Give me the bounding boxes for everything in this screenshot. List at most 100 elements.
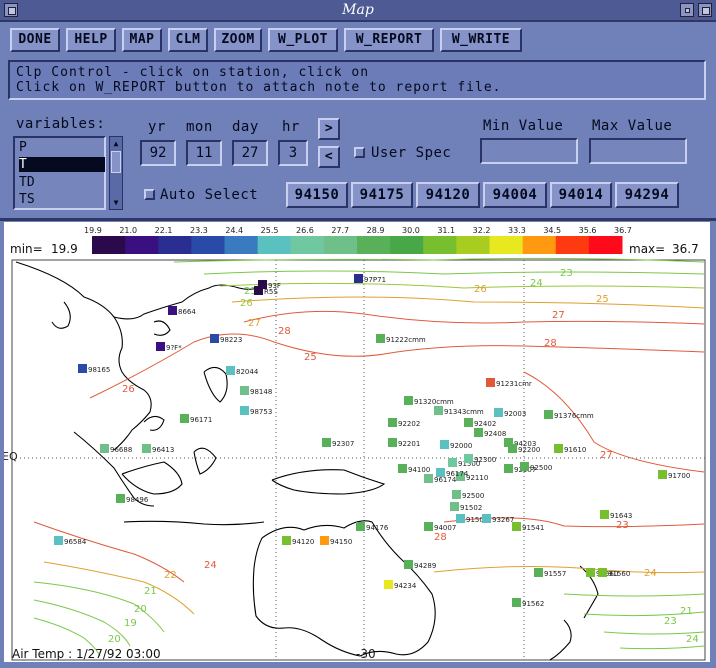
station-marker[interactable] <box>600 510 609 519</box>
station-marker[interactable] <box>520 462 529 471</box>
colorbar-tick-label: 26.6 <box>296 226 314 235</box>
minimize-button[interactable] <box>680 3 694 17</box>
station-button-94004[interactable]: 94004 <box>483 182 547 208</box>
help-button[interactable]: HELP <box>66 28 116 52</box>
station-marker[interactable] <box>658 470 667 479</box>
station-marker[interactable] <box>168 306 177 315</box>
w-report-button[interactable]: W_REPORT <box>344 28 434 52</box>
clm-button[interactable]: CLM <box>168 28 208 52</box>
station-label: 91610 <box>564 446 586 454</box>
station-label: 91343cmm <box>444 408 484 416</box>
station-marker[interactable] <box>534 568 543 577</box>
station-marker[interactable] <box>354 274 363 283</box>
station-marker[interactable] <box>100 444 109 453</box>
station-marker[interactable] <box>322 438 331 447</box>
variable-item-ts[interactable]: TS <box>19 192 105 207</box>
station-marker[interactable] <box>254 286 263 295</box>
zoom-button[interactable]: ZOOM <box>214 28 262 52</box>
station-marker[interactable] <box>404 396 413 405</box>
done-button[interactable]: DONE <box>10 28 60 52</box>
station-marker[interactable] <box>376 334 385 343</box>
station-marker[interactable] <box>320 536 329 545</box>
station-marker[interactable] <box>384 580 393 589</box>
station-marker[interactable] <box>54 536 63 545</box>
next-time-button[interactable]: > <box>318 118 340 140</box>
station-marker[interactable] <box>440 440 449 449</box>
station-button-94150[interactable]: 94150 <box>286 182 348 208</box>
station-marker[interactable] <box>424 474 433 483</box>
maximize-button[interactable] <box>698 3 712 17</box>
station-marker[interactable] <box>240 386 249 395</box>
station-marker[interactable] <box>504 464 513 473</box>
variable-item-t[interactable]: T <box>19 157 105 172</box>
station-marker[interactable] <box>450 502 459 511</box>
station-button-94175[interactable]: 94175 <box>351 182 413 208</box>
variable-item-td[interactable]: TD <box>19 175 105 190</box>
auto-select-label: Auto Select <box>160 187 259 203</box>
w-write-button[interactable]: W_WRITE <box>440 28 522 52</box>
map-svg[interactable]: min= 19.9 max= 36.7 19.9 21.0 22.1 23.3 24.4… <box>4 222 710 662</box>
scroll-up-icon[interactable]: ▲ <box>111 138 121 149</box>
station-marker[interactable] <box>116 494 125 503</box>
station-marker[interactable] <box>282 536 291 545</box>
station-marker[interactable] <box>448 458 457 467</box>
prev-time-button[interactable]: < <box>318 146 340 168</box>
mon-field[interactable]: 11 <box>186 140 222 166</box>
station-button-94294[interactable]: 94294 <box>615 182 679 208</box>
station-marker[interactable] <box>142 444 151 453</box>
station-marker[interactable] <box>464 418 473 427</box>
user-spec-checkbox[interactable] <box>354 147 365 158</box>
station-marker[interactable] <box>512 522 521 531</box>
station-marker[interactable] <box>180 414 189 423</box>
station-marker[interactable] <box>404 560 413 569</box>
map-button[interactable]: MAP <box>122 28 162 52</box>
station-marker[interactable] <box>434 406 443 415</box>
map-canvas[interactable]: min= 19.9 max= 36.7 19.9 21.0 22.1 23.3 24.4… <box>4 222 710 662</box>
station-marker[interactable] <box>598 568 607 577</box>
min-value-field[interactable] <box>480 138 578 164</box>
coast-asia <box>15 261 267 320</box>
station-marker[interactable] <box>388 418 397 427</box>
variables-scrollbar[interactable]: ▲ ▼ <box>109 136 123 210</box>
scrollbar-thumb[interactable] <box>111 151 121 173</box>
variable-item-p[interactable]: P <box>19 140 105 155</box>
station-marker[interactable] <box>456 514 465 523</box>
station-label: 9?F* <box>166 344 182 352</box>
station-marker[interactable] <box>388 438 397 447</box>
colorbar-swatch <box>125 236 159 254</box>
station-label: 96413 <box>152 446 174 454</box>
station-marker[interactable] <box>226 366 235 375</box>
station-marker[interactable] <box>210 334 219 343</box>
hr-field[interactable]: 3 <box>278 140 308 166</box>
day-field[interactable]: 27 <box>232 140 268 166</box>
variables-list[interactable]: P T TD TS <box>13 136 106 210</box>
station-marker[interactable] <box>544 410 553 419</box>
station-marker[interactable] <box>424 522 433 531</box>
max-value-field[interactable] <box>589 138 687 164</box>
station-marker[interactable] <box>78 364 87 373</box>
station-marker[interactable] <box>494 408 503 417</box>
station-marker[interactable] <box>464 454 473 463</box>
station-marker[interactable] <box>156 342 165 351</box>
station-marker[interactable] <box>452 490 461 499</box>
station-marker[interactable] <box>482 514 491 523</box>
scroll-down-icon[interactable]: ▼ <box>111 197 121 208</box>
station-marker[interactable] <box>240 406 249 415</box>
station-marker[interactable] <box>512 598 521 607</box>
station-label: 94007 <box>434 524 456 532</box>
station-marker[interactable] <box>474 428 483 437</box>
station-marker[interactable] <box>486 378 495 387</box>
station-markers[interactable]: 97P7193FR5S86649?F*982238204498148987539… <box>54 274 690 608</box>
station-label: 92402 <box>474 420 496 428</box>
station-marker[interactable] <box>508 444 517 453</box>
station-marker[interactable] <box>398 464 407 473</box>
colorbar-swatch <box>522 236 557 254</box>
station-button-94014[interactable]: 94014 <box>550 182 612 208</box>
auto-select-checkbox[interactable] <box>144 189 155 200</box>
station-button-94120[interactable]: 94120 <box>416 182 480 208</box>
station-marker[interactable] <box>356 522 365 531</box>
station-marker[interactable] <box>554 444 563 453</box>
w-plot-button[interactable]: W_PLOT <box>268 28 338 52</box>
yr-field[interactable]: 92 <box>140 140 176 166</box>
station-marker[interactable] <box>586 568 595 577</box>
